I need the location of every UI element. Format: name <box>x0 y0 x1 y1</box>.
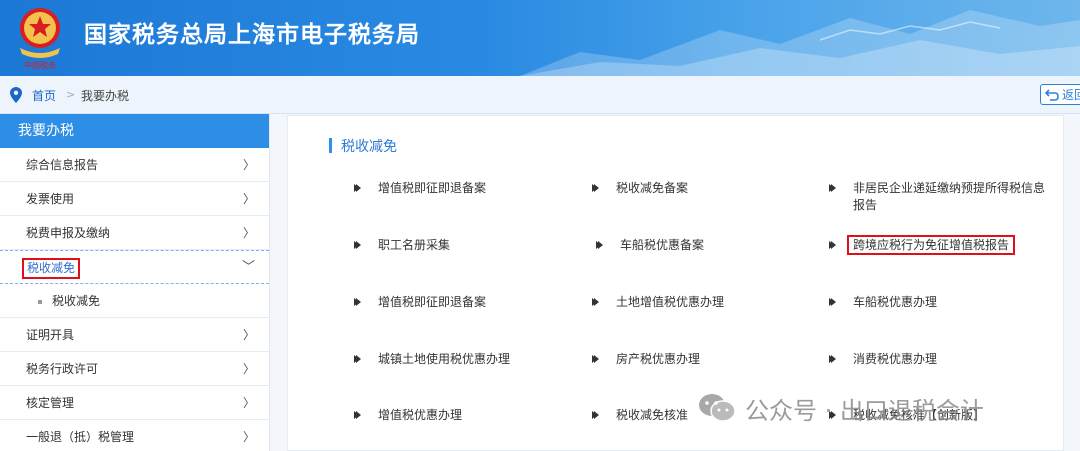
double-arrow-icon <box>354 241 361 249</box>
double-arrow-icon <box>354 411 361 419</box>
tax-bureau-emblem-icon: 中国税务 <box>20 8 60 70</box>
double-arrow-icon <box>829 241 836 249</box>
double-arrow-icon <box>829 355 836 363</box>
sidebar-item-label: 发票使用 <box>26 192 75 206</box>
sidebar-title: 我要办税 <box>0 114 269 148</box>
sidebar-item-certificate[interactable]: 证明开具 〉 <box>0 318 269 352</box>
svg-text:中国税务: 中国税务 <box>24 60 56 70</box>
service-link-highlighted[interactable]: 跨境应税行为免征增值税报告 <box>829 235 1016 255</box>
service-link[interactable]: 车船税优惠备案 <box>596 237 704 254</box>
sidebar-item-declaration[interactable]: 税费申报及缴纳 〉 <box>0 216 269 250</box>
service-link[interactable]: 车船税优惠办理 <box>829 294 937 311</box>
location-pin-icon <box>10 87 22 103</box>
chevron-down-icon: ﹀ <box>241 260 255 275</box>
section-title: 税收减免 <box>329 136 397 156</box>
service-link[interactable]: 消费税优惠办理 <box>829 351 937 368</box>
double-arrow-icon <box>829 298 836 306</box>
sidebar-item-info-report[interactable]: 综合信息报告 〉 <box>0 148 269 182</box>
sidebar: 我要办税 综合信息报告 〉 发票使用 〉 税费申报及缴纳 〉 税收减免 ﹀ 税收… <box>0 114 270 451</box>
service-link[interactable]: 非居民企业递延缴纳预提所得税信息报告 <box>829 180 1053 214</box>
chevron-right-icon: 〉 <box>242 362 255 376</box>
sidebar-subitem-label: 税收减免 <box>52 294 101 308</box>
bullet-icon <box>38 299 42 304</box>
sidebar-item-admin-permit[interactable]: 税务行政许可 〉 <box>0 352 269 386</box>
sidebar-item-label: 核定管理 <box>26 396 75 410</box>
sidebar-item-label: 税费申报及缴纳 <box>26 226 111 240</box>
service-link[interactable]: 税收减免备案 <box>592 180 688 197</box>
breadcrumb-current: 我要办税 <box>81 89 130 103</box>
double-arrow-icon <box>829 184 836 192</box>
service-link[interactable]: 土地增值税优惠办理 <box>592 294 724 311</box>
sidebar-item-label: 一般退（抵）税管理 <box>26 430 135 444</box>
chevron-right-icon: 〉 <box>242 226 255 240</box>
service-link[interactable]: 增值税优惠办理 <box>354 407 462 424</box>
service-link[interactable]: 城镇土地使用税优惠办理 <box>354 351 510 368</box>
double-arrow-icon <box>354 184 361 192</box>
sidebar-item-label: 证明开具 <box>26 328 75 342</box>
double-arrow-icon <box>354 298 361 306</box>
sidebar-item-invoice[interactable]: 发票使用 〉 <box>0 182 269 216</box>
chevron-right-icon: 〉 <box>242 158 255 172</box>
sidebar-item-label: 税收减免 <box>22 258 81 279</box>
breadcrumb-home-link[interactable]: 首页 <box>32 87 56 104</box>
mountain-banner-image <box>520 10 1080 76</box>
service-link[interactable]: 增值税即征即退备案 <box>354 180 486 197</box>
back-button[interactable]: 返回 <box>1040 84 1080 105</box>
return-arrow-icon <box>1045 88 1059 101</box>
chevron-right-icon: 〉 <box>242 396 255 410</box>
page-title: 国家税务总局上海市电子税务局 <box>84 22 420 48</box>
service-link[interactable]: 税收减免核准 <box>592 407 688 424</box>
double-arrow-icon <box>592 184 599 192</box>
double-arrow-icon <box>596 241 603 249</box>
double-arrow-icon <box>592 355 599 363</box>
chevron-right-icon: 〉 <box>242 328 255 342</box>
breadcrumb-separator: > <box>66 88 76 101</box>
sidebar-item-tax-reduction[interactable]: 税收减免 ﹀ <box>0 250 269 284</box>
service-link[interactable]: 增值税即征即退备案 <box>354 294 486 311</box>
service-link[interactable]: 房产税优惠办理 <box>592 351 700 368</box>
chevron-right-icon: 〉 <box>242 192 255 206</box>
back-button-label: 返回 <box>1062 88 1080 102</box>
double-arrow-icon <box>592 298 599 306</box>
app-header: 中国税务 国家税务总局上海市电子税务局 <box>0 0 1080 76</box>
sidebar-item-refund[interactable]: 一般退（抵）税管理 〉 <box>0 420 269 451</box>
wechat-watermark: 公众号 · 出口退税会计 <box>697 391 984 425</box>
chevron-right-icon: 〉 <box>242 430 255 444</box>
sidebar-item-label: 综合信息报告 <box>26 158 99 172</box>
watermark-text: 公众号 · 出口退税会计 <box>745 396 984 425</box>
double-arrow-icon <box>354 355 361 363</box>
wechat-logo-icon <box>699 394 736 422</box>
double-arrow-icon <box>592 411 599 419</box>
breadcrumb: 首页 > 我要办税 <box>0 76 1080 114</box>
sidebar-item-label: 税务行政许可 <box>26 362 99 376</box>
sidebar-subitem-tax-reduction[interactable]: 税收减免 <box>0 284 269 318</box>
service-link[interactable]: 职工名册采集 <box>354 237 450 254</box>
sidebar-item-assessment[interactable]: 核定管理 〉 <box>0 386 269 420</box>
